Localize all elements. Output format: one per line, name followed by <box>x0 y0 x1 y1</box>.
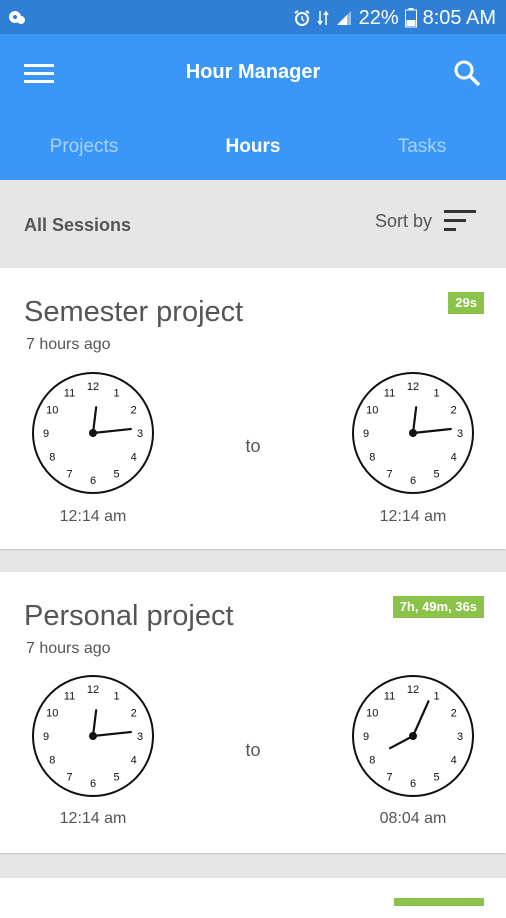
to-label: to <box>245 436 261 456</box>
svg-text:4: 4 <box>451 452 457 464</box>
svg-text:11: 11 <box>64 690 75 702</box>
svg-text:9: 9 <box>43 428 49 440</box>
svg-text:10: 10 <box>366 405 378 417</box>
svg-text:7: 7 <box>386 772 392 784</box>
svg-text:2: 2 <box>451 405 457 417</box>
svg-text:7: 7 <box>66 469 72 481</box>
svg-text:6: 6 <box>410 475 416 487</box>
sort-label: Sort by <box>374 210 432 231</box>
svg-text:11: 11 <box>64 387 75 399</box>
svg-text:2: 2 <box>131 708 137 720</box>
start-clock-icon: 123456789101112 <box>32 372 154 494</box>
svg-text:4: 4 <box>131 755 137 767</box>
svg-text:4: 4 <box>131 452 137 464</box>
all-sessions-label: All Sessions <box>24 215 132 235</box>
session-card[interactable]: Semester project 7 hours ago 29s 1234567… <box>0 268 506 549</box>
sort-icon <box>444 210 476 231</box>
svg-text:1: 1 <box>113 387 119 399</box>
battery-icon <box>404 8 417 28</box>
svg-text:5: 5 <box>433 772 439 784</box>
svg-text:6: 6 <box>410 778 416 790</box>
duration-badge: 7h, 49m, 36s <box>392 596 484 618</box>
duration-badge <box>394 898 484 906</box>
svg-text:3: 3 <box>457 731 463 743</box>
app-title: Hour Manager <box>185 61 321 83</box>
clock-time: 8:05 AM <box>422 6 496 29</box>
svg-text:11: 11 <box>384 690 395 702</box>
svg-text:7: 7 <box>66 772 72 784</box>
end-time: 08:04 am <box>379 810 447 827</box>
svg-text:4: 4 <box>451 755 457 767</box>
svg-text:10: 10 <box>46 708 58 720</box>
session-ago: 7 hours ago <box>26 640 111 657</box>
status-right: 22% 8:05 AM <box>293 5 496 31</box>
start-clock-icon: 123456789101112 <box>32 675 154 797</box>
session-card[interactable] <box>0 878 506 918</box>
session-name: Personal project <box>24 600 234 632</box>
duration-badge: 29s <box>448 292 484 314</box>
svg-text:8: 8 <box>49 755 55 767</box>
svg-text:12: 12 <box>87 381 99 393</box>
svg-text:8: 8 <box>49 452 55 464</box>
tab-bar: Projects Hours Tasks <box>0 114 506 180</box>
svg-text:9: 9 <box>363 428 369 440</box>
svg-text:1: 1 <box>113 690 119 702</box>
svg-text:5: 5 <box>113 772 119 784</box>
end-clock-icon: 123456789101112 <box>352 372 474 494</box>
svg-text:3: 3 <box>137 731 143 743</box>
svg-text:11: 11 <box>384 387 395 399</box>
end-time: 12:14 am <box>379 508 447 525</box>
start-time: 12:14 am <box>59 508 127 525</box>
signal-icon <box>336 11 351 25</box>
svg-text:8: 8 <box>369 755 375 767</box>
notification-icon <box>9 11 25 24</box>
session-card[interactable]: Personal project 7 hours ago 7h, 49m, 36… <box>0 572 506 853</box>
sessions-header: All Sessions Sort by <box>0 180 506 268</box>
svg-text:8: 8 <box>369 452 375 464</box>
status-bar: 22% 8:05 AM <box>0 0 506 34</box>
svg-text:3: 3 <box>457 428 463 440</box>
sort-button[interactable]: Sort by <box>375 208 478 234</box>
svg-text:6: 6 <box>90 475 96 487</box>
svg-text:9: 9 <box>43 731 49 743</box>
svg-text:12: 12 <box>407 381 419 393</box>
svg-text:1: 1 <box>433 690 439 702</box>
svg-text:12: 12 <box>87 684 99 696</box>
alarm-icon <box>294 10 310 26</box>
svg-text:1: 1 <box>433 387 439 399</box>
session-name: Semester project <box>24 296 244 328</box>
svg-text:9: 9 <box>363 731 369 743</box>
svg-text:3: 3 <box>137 428 143 440</box>
svg-text:12: 12 <box>407 684 419 696</box>
svg-text:10: 10 <box>366 708 378 720</box>
tab-hours[interactable]: Hours <box>168 114 338 180</box>
app-bar: Hour Manager <box>0 34 506 114</box>
end-clock-icon: 123456789101112 <box>352 675 474 797</box>
data-arrows-icon <box>316 10 329 26</box>
search-icon[interactable] <box>452 58 482 88</box>
svg-text:5: 5 <box>433 469 439 481</box>
svg-text:2: 2 <box>131 405 137 417</box>
start-time: 12:14 am <box>59 810 127 827</box>
to-label: to <box>245 740 261 760</box>
svg-text:2: 2 <box>451 708 457 720</box>
session-ago: 7 hours ago <box>26 336 111 353</box>
battery-percent: 22% <box>358 6 399 29</box>
svg-text:10: 10 <box>46 405 58 417</box>
tab-projects[interactable]: Projects <box>0 114 168 180</box>
svg-text:7: 7 <box>386 469 392 481</box>
tab-tasks[interactable]: Tasks <box>338 114 506 180</box>
svg-text:6: 6 <box>90 778 96 790</box>
svg-text:5: 5 <box>113 469 119 481</box>
